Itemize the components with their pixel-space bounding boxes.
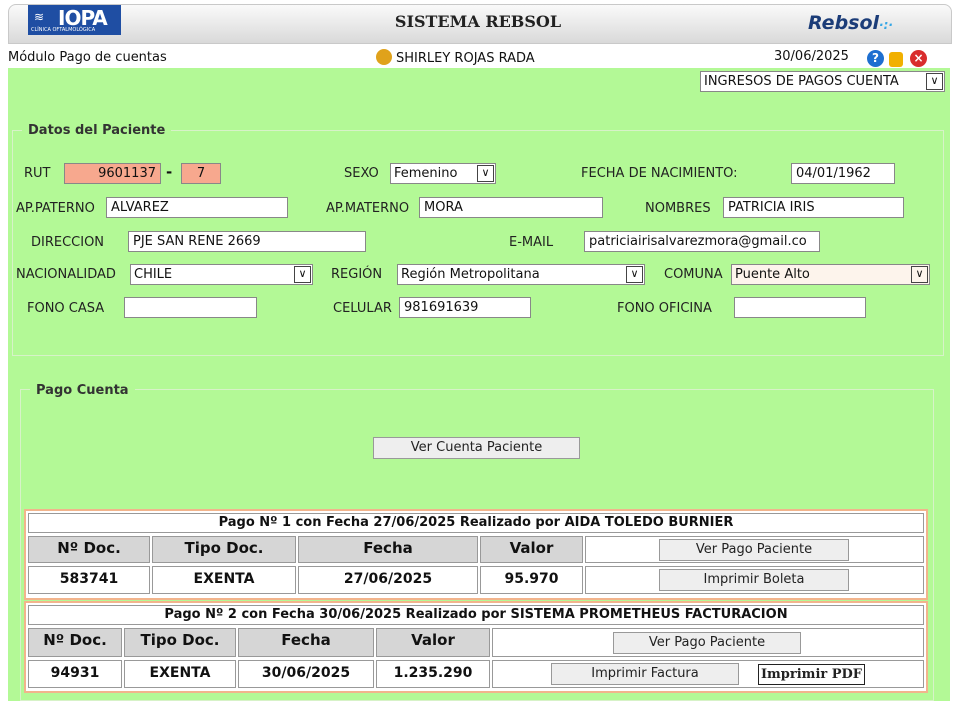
payment-doc: 583741: [28, 566, 150, 594]
col-header-tipo: Tipo Doc.: [124, 628, 236, 657]
payment-caption: Pago Nº 2 con Fecha 30/06/2025 Realizado…: [28, 605, 924, 625]
brand-dots-icon: ·:·: [879, 18, 893, 32]
col-header-doc: Nº Doc.: [28, 628, 122, 657]
celular-field[interactable]: 981691639: [399, 297, 531, 318]
comuna-select[interactable]: Puente Alto ∨: [731, 264, 930, 285]
imprimir-factura-button[interactable]: Imprimir Factura: [551, 663, 739, 685]
nacionalidad-label: NACIONALIDAD: [16, 267, 116, 282]
nacionalidad-select[interactable]: CHILE ∨: [130, 264, 313, 285]
region-label: REGIÓN: [331, 267, 383, 282]
region-value: Región Metropolitana: [401, 267, 540, 282]
col-header-valor: Valor: [480, 536, 583, 563]
imprimir-boleta-button[interactable]: Imprimir Boleta: [659, 569, 849, 591]
ap-materno-label: AP.MATERNO: [326, 201, 410, 216]
ver-cuenta-paciente-button[interactable]: Ver Cuenta Paciente: [373, 437, 580, 459]
chevron-down-icon: ∨: [926, 73, 943, 90]
fono-oficina-field[interactable]: [734, 297, 866, 318]
brand-text: Rebsol: [808, 12, 880, 34]
fono-casa-field[interactable]: [124, 297, 257, 318]
email-label: E-MAIL: [509, 235, 554, 250]
col-header-tipo: Tipo Doc.: [152, 536, 296, 563]
chevron-down-icon: ∨: [477, 165, 494, 182]
chevron-down-icon: ∨: [294, 266, 311, 283]
payment-valor: 95.970: [480, 566, 583, 594]
sexo-value: Femenino: [394, 166, 458, 181]
fono-casa-label: FONO CASA: [27, 301, 105, 316]
col-header-fecha: Fecha: [238, 628, 374, 657]
imprimir-pdf-button[interactable]: Imprimir PDF: [758, 664, 865, 685]
current-user: SHIRLEY ROJAS RADA: [376, 49, 535, 66]
brand-logo: Rebsol·:·: [808, 12, 893, 34]
ap-materno-field[interactable]: MORA: [419, 197, 603, 218]
payment-tipo: EXENTA: [124, 660, 236, 688]
celular-label: CELULAR: [333, 301, 392, 316]
ap-paterno-field[interactable]: ALVAREZ: [106, 197, 288, 218]
rut-dv-field[interactable]: 7: [181, 163, 221, 184]
sexo-select[interactable]: Femenino ∨: [390, 163, 496, 184]
ver-pago-paciente-button[interactable]: Ver Pago Paciente: [659, 539, 849, 561]
ap-paterno-label: AP.PATERNO: [16, 201, 95, 216]
email-field[interactable]: patriciairisalvarezmora@gmail.co: [584, 231, 820, 252]
ver-pago-paciente-button[interactable]: Ver Pago Paciente: [613, 632, 801, 654]
payment-doc: 94931: [28, 660, 122, 688]
pago-cuenta-legend: Pago Cuenta: [30, 383, 135, 398]
payment-fecha: 30/06/2025: [238, 660, 374, 688]
payment-valor: 1.235.290: [376, 660, 490, 688]
payment-caption: Pago Nº 1 con Fecha 27/06/2025 Realizado…: [28, 513, 924, 533]
direccion-field[interactable]: PJE SAN RENE 2669: [128, 231, 366, 252]
col-header-fecha: Fecha: [298, 536, 478, 563]
fecha-nac-field[interactable]: 04/01/1962: [791, 163, 895, 184]
sexo-label: SEXO: [344, 166, 379, 181]
nombres-field[interactable]: PATRICIA IRIS: [723, 197, 904, 218]
rut-separator: -: [166, 163, 173, 181]
comuna-label: COMUNA: [664, 267, 723, 282]
payment-tipo: EXENTA: [152, 566, 296, 594]
patient-legend: Datos del Paciente: [22, 123, 172, 138]
comuna-value: Puente Alto: [735, 267, 810, 282]
col-header-doc: Nº Doc.: [28, 536, 150, 563]
fecha-nac-label: FECHA DE NACIMIENTO:: [581, 166, 738, 181]
rut-field[interactable]: 9601137: [64, 163, 161, 184]
user-icon: [376, 49, 392, 65]
payment-fecha: 27/06/2025: [298, 566, 478, 594]
user-name: SHIRLEY ROJAS RADA: [396, 51, 535, 66]
nombres-label: NOMBRES: [645, 201, 711, 216]
rut-label: RUT: [24, 166, 51, 181]
lock-icon[interactable]: [889, 52, 903, 67]
help-icon[interactable]: ?: [867, 50, 884, 67]
close-icon[interactable]: ×: [910, 50, 927, 67]
menu-select[interactable]: INGRESOS DE PAGOS CUENTA ∨: [700, 71, 945, 92]
direccion-label: DIRECCION: [31, 235, 105, 250]
nacionalidad-value: CHILE: [134, 267, 173, 282]
col-header-valor: Valor: [376, 628, 490, 657]
module-name: Módulo Pago de cuentas: [8, 50, 167, 65]
chevron-down-icon: ∨: [626, 266, 643, 283]
fono-oficina-label: FONO OFICINA: [617, 301, 712, 316]
chevron-down-icon: ∨: [911, 266, 928, 283]
menu-select-value: INGRESOS DE PAGOS CUENTA: [704, 74, 899, 89]
region-select[interactable]: Región Metropolitana ∨: [397, 264, 645, 285]
current-date: 30/06/2025: [774, 49, 849, 64]
